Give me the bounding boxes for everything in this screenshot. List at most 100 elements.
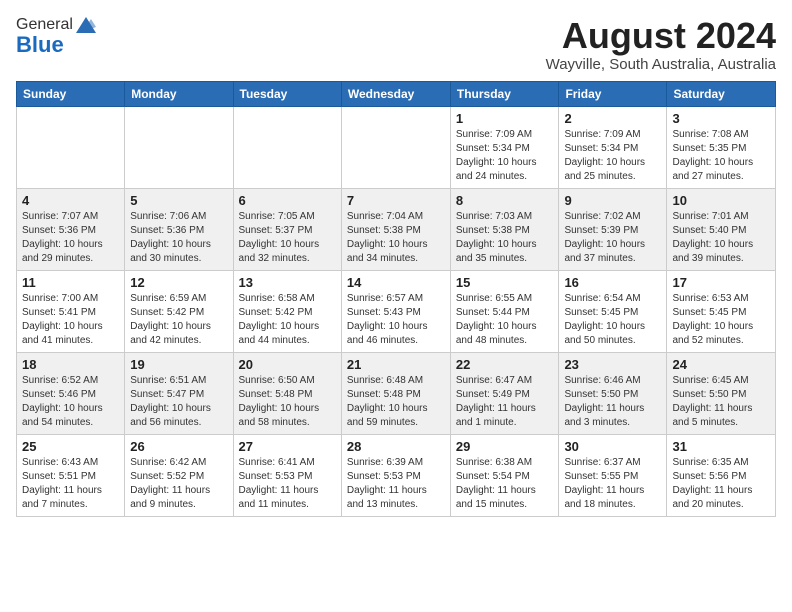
day-cell: 11 Sunrise: 7:00 AM Sunset: 5:41 PM Dayli…	[17, 270, 125, 352]
day-info: Sunrise: 7:01 AM Sunset: 5:40 PM Dayligh…	[672, 210, 770, 266]
day-info: Sunrise: 7:08 AM Sunset: 5:35 PM Dayligh…	[672, 128, 770, 184]
week-row-5: 25 Sunrise: 6:43 AM Sunset: 5:51 PM Dayli…	[17, 434, 776, 516]
day-cell: 23Sunrise: 6:46 AM Sunset: 5:50 PM Dayli…	[559, 352, 667, 434]
day-info: Sunrise: 6:37 AM Sunset: 5:55 PM Dayligh…	[564, 456, 661, 512]
week-row-1: 1 Sunrise: 7:09 AM Sunset: 5:34 PM Daylig…	[17, 106, 776, 188]
day-cell: 5 Sunrise: 7:06 AM Sunset: 5:36 PM Daylig…	[125, 188, 233, 270]
day-cell: 4 Sunrise: 7:07 AM Sunset: 5:36 PM Daylig…	[17, 188, 125, 270]
day-info: Sunrise: 6:43 AM Sunset: 5:51 PM Dayligh…	[22, 456, 119, 512]
day-number: 28	[347, 439, 445, 454]
day-cell: 7 Sunrise: 7:04 AM Sunset: 5:38 PM Daylig…	[341, 188, 450, 270]
day-number: 31	[672, 439, 770, 454]
day-number: 21	[347, 357, 445, 372]
day-info: Sunrise: 6:38 AM Sunset: 5:54 PM Dayligh…	[456, 456, 554, 512]
logo: General Blue	[16, 16, 96, 58]
day-info: Sunrise: 6:35 AM Sunset: 5:56 PM Dayligh…	[672, 456, 770, 512]
day-cell: 29 Sunrise: 6:38 AM Sunset: 5:54 PM Dayli…	[450, 434, 559, 516]
day-cell: 31 Sunrise: 6:35 AM Sunset: 5:56 PM Dayli…	[667, 434, 776, 516]
col-thursday: Thursday	[450, 81, 559, 106]
day-number: 12	[130, 275, 227, 290]
day-cell: 10Sunrise: 7:01 AM Sunset: 5:40 PM Dayli…	[667, 188, 776, 270]
day-info: Sunrise: 6:45 AM Sunset: 5:50 PM Dayligh…	[672, 374, 770, 430]
day-number: 13	[239, 275, 336, 290]
page-header: General Blue August 2024 Wayville, South…	[16, 16, 776, 73]
week-row-2: 4 Sunrise: 7:07 AM Sunset: 5:36 PM Daylig…	[17, 188, 776, 270]
logo-blue-text: Blue	[16, 32, 64, 58]
day-number: 20	[239, 357, 336, 372]
day-cell: 26Sunrise: 6:42 AM Sunset: 5:52 PM Dayli…	[125, 434, 233, 516]
day-cell: 13Sunrise: 6:58 AM Sunset: 5:42 PM Dayli…	[233, 270, 341, 352]
day-number: 29	[456, 439, 554, 454]
day-cell: 2 Sunrise: 7:09 AM Sunset: 5:34 PM Daylig…	[559, 106, 667, 188]
day-cell: 17Sunrise: 6:53 AM Sunset: 5:45 PM Dayli…	[667, 270, 776, 352]
day-number: 1	[456, 111, 554, 126]
day-info: Sunrise: 6:52 AM Sunset: 5:46 PM Dayligh…	[22, 374, 119, 430]
day-number: 3	[672, 111, 770, 126]
day-cell: 6Sunrise: 7:05 AM Sunset: 5:37 PM Daylig…	[233, 188, 341, 270]
day-cell: 12 Sunrise: 6:59 AM Sunset: 5:42 PM Dayli…	[125, 270, 233, 352]
day-info: Sunrise: 6:57 AM Sunset: 5:43 PM Dayligh…	[347, 292, 445, 348]
day-cell: 20 Sunrise: 6:50 AM Sunset: 5:48 PM Dayli…	[233, 352, 341, 434]
day-number: 27	[239, 439, 336, 454]
day-cell: 15 Sunrise: 6:55 AM Sunset: 5:44 PM Dayli…	[450, 270, 559, 352]
day-number: 15	[456, 275, 554, 290]
day-info: Sunrise: 7:00 AM Sunset: 5:41 PM Dayligh…	[22, 292, 119, 348]
day-number: 5	[130, 193, 227, 208]
day-cell: 14 Sunrise: 6:57 AM Sunset: 5:43 PM Dayli…	[341, 270, 450, 352]
day-info: Sunrise: 6:50 AM Sunset: 5:48 PM Dayligh…	[239, 374, 336, 430]
day-info: Sunrise: 7:04 AM Sunset: 5:38 PM Dayligh…	[347, 210, 445, 266]
day-cell: 3 Sunrise: 7:08 AM Sunset: 5:35 PM Daylig…	[667, 106, 776, 188]
col-friday: Friday	[559, 81, 667, 106]
day-info: Sunrise: 6:41 AM Sunset: 5:53 PM Dayligh…	[239, 456, 336, 512]
day-cell	[17, 106, 125, 188]
day-cell: 8 Sunrise: 7:03 AM Sunset: 5:38 PM Daylig…	[450, 188, 559, 270]
day-number: 30	[564, 439, 661, 454]
week-row-4: 18 Sunrise: 6:52 AM Sunset: 5:46 PM Dayli…	[17, 352, 776, 434]
day-info: Sunrise: 6:59 AM Sunset: 5:42 PM Dayligh…	[130, 292, 227, 348]
day-number: 16	[564, 275, 661, 290]
day-info: Sunrise: 7:06 AM Sunset: 5:36 PM Dayligh…	[130, 210, 227, 266]
calendar-header-row: Sunday Monday Tuesday Wednesday Thursday…	[17, 81, 776, 106]
week-row-3: 11 Sunrise: 7:00 AM Sunset: 5:41 PM Dayli…	[17, 270, 776, 352]
day-info: Sunrise: 7:02 AM Sunset: 5:39 PM Dayligh…	[564, 210, 661, 266]
day-number: 6	[239, 193, 336, 208]
day-cell: 24 Sunrise: 6:45 AM Sunset: 5:50 PM Dayli…	[667, 352, 776, 434]
day-cell: 25 Sunrise: 6:43 AM Sunset: 5:51 PM Dayli…	[17, 434, 125, 516]
day-number: 8	[456, 193, 554, 208]
day-number: 26	[130, 439, 227, 454]
day-number: 19	[130, 357, 227, 372]
day-cell: 28 Sunrise: 6:39 AM Sunset: 5:53 PM Dayli…	[341, 434, 450, 516]
day-number: 11	[22, 275, 119, 290]
day-number: 24	[672, 357, 770, 372]
day-cell: 21Sunrise: 6:48 AM Sunset: 5:48 PM Dayli…	[341, 352, 450, 434]
col-monday: Monday	[125, 81, 233, 106]
day-info: Sunrise: 6:47 AM Sunset: 5:49 PM Dayligh…	[456, 374, 554, 430]
col-tuesday: Tuesday	[233, 81, 341, 106]
day-number: 23	[564, 357, 661, 372]
day-info: Sunrise: 7:07 AM Sunset: 5:36 PM Dayligh…	[22, 210, 119, 266]
day-info: Sunrise: 6:53 AM Sunset: 5:45 PM Dayligh…	[672, 292, 770, 348]
day-number: 14	[347, 275, 445, 290]
day-number: 4	[22, 193, 119, 208]
day-number: 7	[347, 193, 445, 208]
day-cell: 18 Sunrise: 6:52 AM Sunset: 5:46 PM Dayli…	[17, 352, 125, 434]
month-title: August 2024	[546, 16, 776, 56]
day-info: Sunrise: 6:54 AM Sunset: 5:45 PM Dayligh…	[564, 292, 661, 348]
day-info: Sunrise: 6:39 AM Sunset: 5:53 PM Dayligh…	[347, 456, 445, 512]
day-info: Sunrise: 7:03 AM Sunset: 5:38 PM Dayligh…	[456, 210, 554, 266]
day-cell: 22 Sunrise: 6:47 AM Sunset: 5:49 PM Dayli…	[450, 352, 559, 434]
day-number: 9	[564, 193, 661, 208]
day-number: 22	[456, 357, 554, 372]
day-info: Sunrise: 6:55 AM Sunset: 5:44 PM Dayligh…	[456, 292, 554, 348]
day-number: 18	[22, 357, 119, 372]
day-number: 25	[22, 439, 119, 454]
title-block: August 2024 Wayville, South Australia, A…	[546, 16, 776, 73]
day-cell: 27 Sunrise: 6:41 AM Sunset: 5:53 PM Dayli…	[233, 434, 341, 516]
day-cell	[125, 106, 233, 188]
day-cell	[233, 106, 341, 188]
day-cell: 16 Sunrise: 6:54 AM Sunset: 5:45 PM Dayli…	[559, 270, 667, 352]
day-cell: 19Sunrise: 6:51 AM Sunset: 5:47 PM Dayli…	[125, 352, 233, 434]
day-number: 2	[564, 111, 661, 126]
day-cell	[341, 106, 450, 188]
day-info: Sunrise: 7:09 AM Sunset: 5:34 PM Dayligh…	[564, 128, 661, 184]
